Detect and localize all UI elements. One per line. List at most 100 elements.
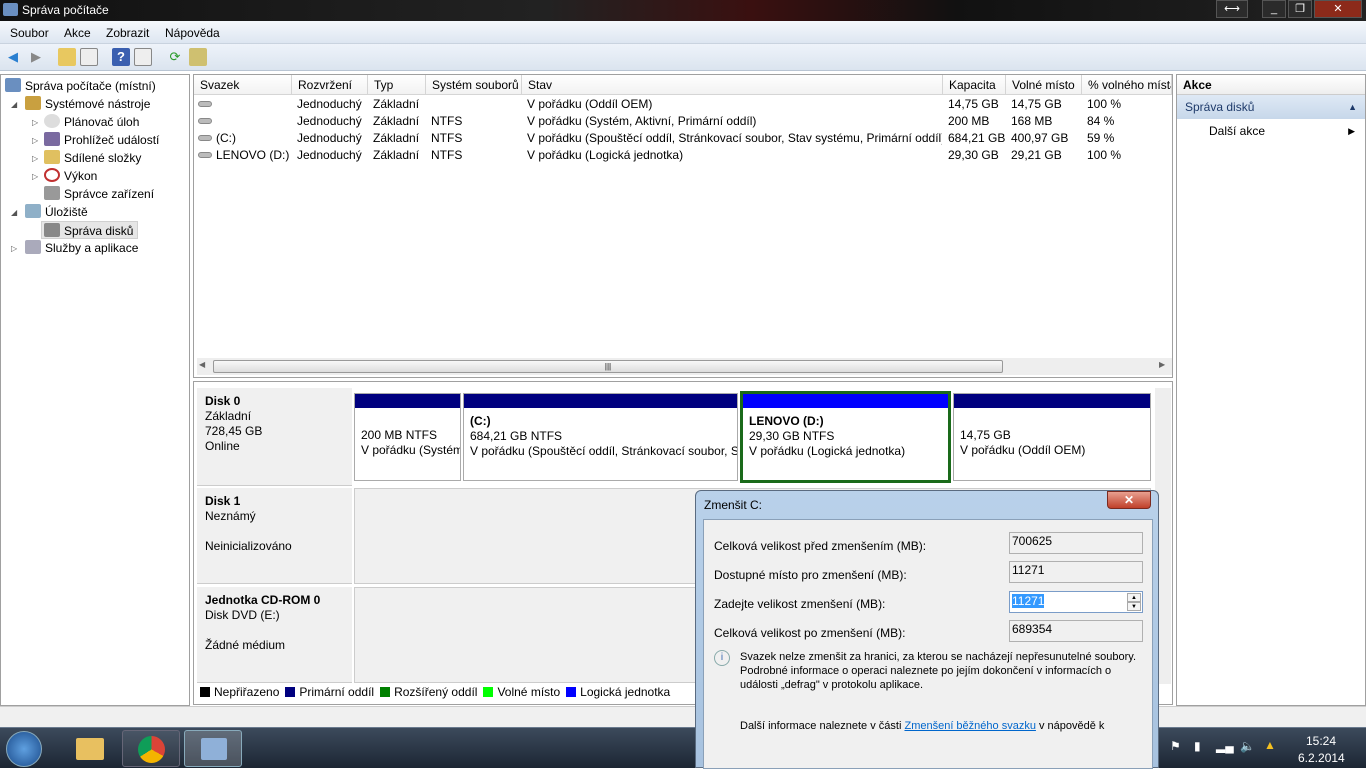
table-cell[interactable]: V pořádku (Oddíl OEM): [527, 96, 942, 113]
table-cell[interactable]: Jednoduchý: [297, 96, 367, 113]
tree-item-storage[interactable]: Úložiště: [25, 203, 88, 221]
power-icon[interactable]: ▮: [1194, 739, 1201, 753]
tree-item-device-manager[interactable]: Správce zařízení: [44, 185, 154, 203]
dialog-close-button[interactable]: ✕: [1107, 491, 1151, 509]
expanded-arrow-icon[interactable]: ◢: [11, 208, 17, 217]
spin-down-icon[interactable]: ▼: [1127, 602, 1141, 611]
refresh-icon[interactable]: ⟳: [166, 48, 184, 66]
table-cell[interactable]: Základní: [373, 147, 425, 164]
tree-item-event-viewer[interactable]: Prohlížeč událostí: [44, 131, 159, 149]
table-cell[interactable]: 168 MB: [1011, 113, 1081, 130]
taskbar-chrome[interactable]: [122, 730, 180, 767]
scroll-right-icon[interactable]: ▶: [1159, 360, 1165, 369]
table-cell[interactable]: Základní: [373, 96, 425, 113]
spin-up-icon[interactable]: ▲: [1127, 593, 1141, 602]
table-cell[interactable]: Základní: [373, 130, 425, 147]
properties-icon[interactable]: [189, 48, 207, 66]
column-header[interactable]: Kapacita: [943, 75, 1006, 95]
google-drive-icon[interactable]: ▲: [1264, 738, 1276, 752]
table-cell[interactable]: Jednoduchý: [297, 113, 367, 130]
start-button[interactable]: [6, 731, 42, 767]
clock-date[interactable]: 6.2.2014: [1298, 751, 1345, 765]
table-cell[interactable]: 400,97 GB: [1011, 130, 1081, 147]
taskbar-computer-management[interactable]: [184, 730, 242, 767]
volume-cell[interactable]: LENOVO (D:): [198, 147, 290, 164]
partition-d[interactable]: LENOVO (D:) 29,30 GB NTFS V pořádku (Logic…: [740, 391, 951, 483]
volume-icon[interactable]: 🔈: [1240, 739, 1255, 753]
action-center-icon[interactable]: ⚑: [1170, 739, 1181, 753]
table-cell[interactable]: NTFS: [431, 113, 521, 130]
column-header[interactable]: % volného místa: [1082, 75, 1172, 95]
table-cell[interactable]: 14,75 GB: [948, 96, 1005, 113]
table-cell[interactable]: 59 %: [1087, 130, 1171, 147]
clock-time[interactable]: 15:24: [1306, 734, 1336, 748]
table-cell[interactable]: 29,30 GB: [948, 147, 1005, 164]
resize-icon[interactable]: ⟷: [1216, 0, 1248, 18]
table-cell[interactable]: [431, 96, 521, 113]
partition-oem[interactable]: 14,75 GB V pořádku (Oddíl OEM): [953, 393, 1151, 481]
network-icon[interactable]: ▂▄: [1216, 739, 1234, 753]
table-cell[interactable]: V pořádku (Spouštěcí oddíl, Stránkovací …: [527, 130, 942, 147]
tree-item-disk-management[interactable]: Správa disků: [41, 221, 139, 239]
shrink-amount-input[interactable]: 11271 ▲ ▼: [1009, 591, 1143, 613]
table-cell[interactable]: 14,75 GB: [1011, 96, 1081, 113]
more-actions[interactable]: Další akce ▶: [1177, 119, 1365, 143]
table-cell[interactable]: Základní: [373, 113, 425, 130]
column-header[interactable]: Volné místo: [1006, 75, 1082, 95]
close-button[interactable]: ✕: [1314, 0, 1362, 18]
column-header[interactable]: Stav: [522, 75, 943, 95]
table-cell[interactable]: NTFS: [431, 147, 521, 164]
collapsed-arrow-icon[interactable]: ▷: [11, 244, 17, 253]
menu-akce[interactable]: Akce: [64, 26, 91, 40]
tree-item-task-scheduler[interactable]: Plánovač úloh: [44, 113, 139, 131]
column-header[interactable]: Rozvržení: [292, 75, 368, 95]
tree-item-system-tools[interactable]: Systémové nástroje: [25, 95, 150, 113]
table-cell[interactable]: NTFS: [431, 130, 521, 147]
scroll-left-icon[interactable]: ◀: [199, 360, 205, 369]
table-cell[interactable]: 29,21 GB: [1011, 147, 1081, 164]
partition-system[interactable]: 200 MB NTFS V pořádku (Systém: [354, 393, 461, 481]
help-link[interactable]: Zmenšení běžného svazku: [904, 720, 1035, 732]
tree-item-services-apps[interactable]: Služby a aplikace: [25, 239, 138, 257]
minimize-button[interactable]: _: [1262, 0, 1286, 18]
horizontal-scrollbar[interactable]: ◀ ||| ▶: [197, 358, 1172, 375]
forward-icon[interactable]: ▶: [27, 48, 45, 66]
show-hide-actions-icon[interactable]: [134, 48, 152, 66]
tree-root[interactable]: Správa počítače (místní): [5, 77, 156, 95]
menu-napoveda[interactable]: Nápověda: [165, 26, 220, 40]
table-cell[interactable]: 100 %: [1087, 96, 1171, 113]
expanded-arrow-icon[interactable]: ◢: [11, 100, 17, 109]
volume-cell[interactable]: [198, 96, 290, 113]
table-cell[interactable]: V pořádku (Logická jednotka): [527, 147, 942, 164]
scrollbar-thumb[interactable]: |||: [213, 360, 1003, 373]
tree-item-shared-folders[interactable]: Sdílené složky: [44, 149, 141, 167]
column-header[interactable]: Systém souborů: [426, 75, 522, 95]
column-header[interactable]: Typ: [368, 75, 426, 95]
partition-c[interactable]: (C:) 684,21 GB NTFS V pořádku (Spouštěcí o…: [463, 393, 738, 481]
back-icon[interactable]: ◀: [4, 48, 22, 66]
volume-cell[interactable]: [198, 113, 290, 130]
disk-0-label[interactable]: Disk 0 Základní 728,45 GB Online: [197, 388, 352, 486]
table-cell[interactable]: 100 %: [1087, 147, 1171, 164]
table-cell[interactable]: Jednoduchý: [297, 130, 367, 147]
table-cell[interactable]: 684,21 GB: [948, 130, 1005, 147]
collapsed-arrow-icon[interactable]: ▷: [32, 172, 38, 181]
table-cell[interactable]: 200 MB: [948, 113, 1005, 130]
show-hide-tree-icon[interactable]: [80, 48, 98, 66]
volume-cell[interactable]: (C:): [198, 130, 290, 147]
collapsed-arrow-icon[interactable]: ▷: [32, 154, 38, 163]
column-header[interactable]: Svazek: [194, 75, 292, 95]
taskbar-explorer[interactable]: [62, 730, 118, 767]
table-cell[interactable]: 84 %: [1087, 113, 1171, 130]
cdrom-label[interactable]: Jednotka CD-ROM 0 Disk DVD (E:) Žádné mé…: [197, 587, 352, 683]
table-cell[interactable]: V pořádku (Systém, Aktivní, Primární odd…: [527, 113, 942, 130]
collapsed-arrow-icon[interactable]: ▷: [32, 136, 38, 145]
up-folder-icon[interactable]: [58, 48, 76, 66]
disk-1-label[interactable]: Disk 1 Neznámý Neinicializováno: [197, 488, 352, 584]
table-cell[interactable]: Jednoduchý: [297, 147, 367, 164]
tree-item-performance[interactable]: Výkon: [44, 167, 97, 185]
menu-zobrazit[interactable]: Zobrazit: [106, 26, 149, 40]
menu-soubor[interactable]: Soubor: [10, 26, 49, 40]
collapsed-arrow-icon[interactable]: ▷: [32, 118, 38, 127]
actions-section-disk-management[interactable]: Správa disků ▲: [1177, 95, 1365, 119]
